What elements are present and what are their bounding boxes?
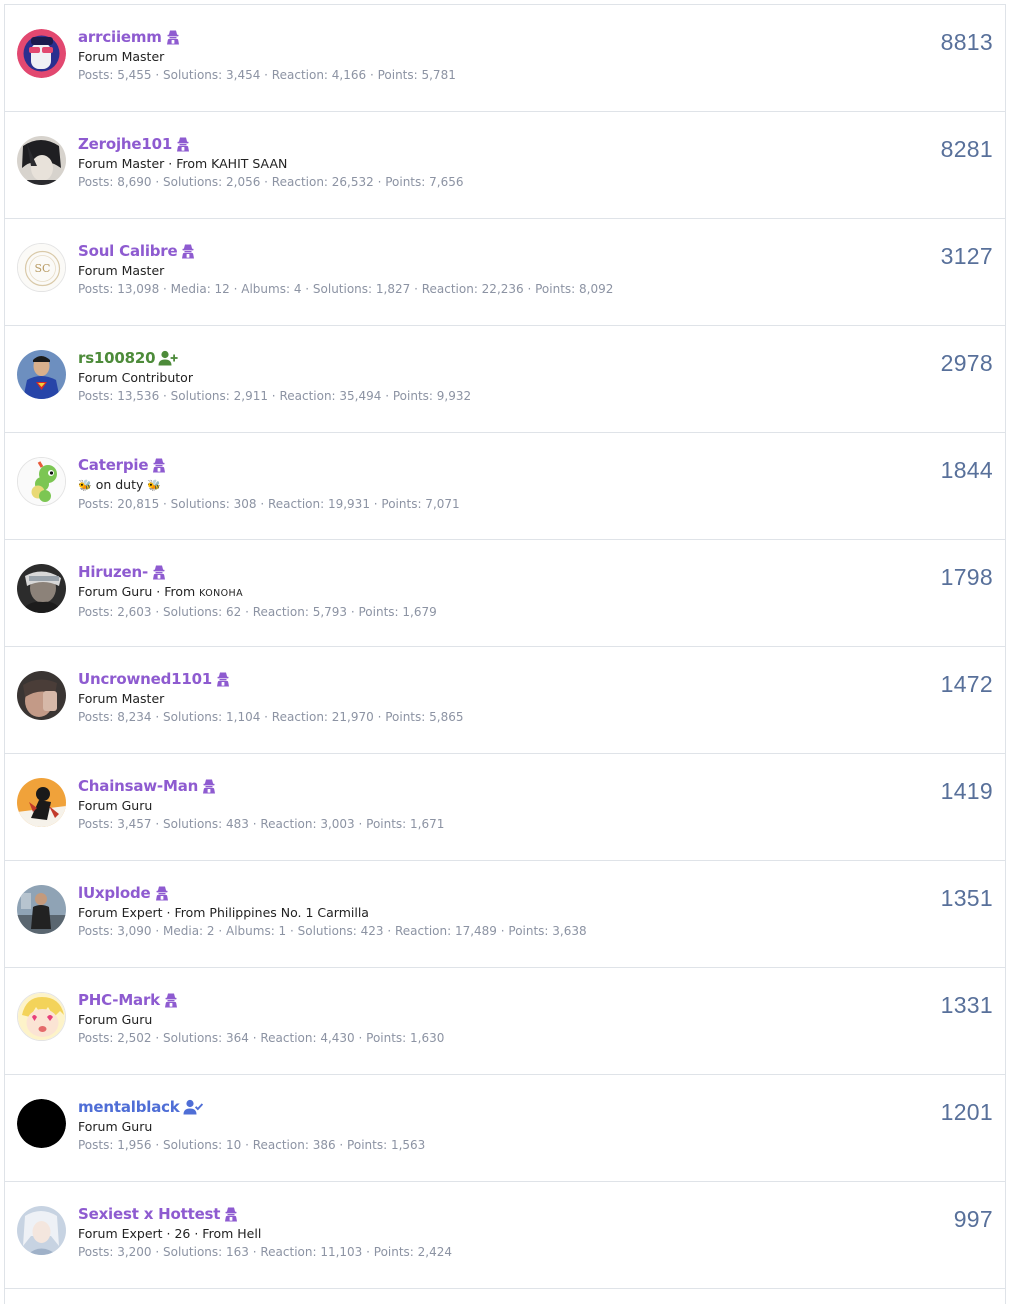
- user-stats: Posts: 3,200 · Solutions: 163 · Reaction…: [78, 1245, 453, 1259]
- hacker-icon: [151, 457, 167, 473]
- hacker-icon: [201, 778, 217, 794]
- username-link[interactable]: lUxplode: [78, 884, 151, 902]
- hacker-icon: [151, 564, 167, 580]
- member-list: arrciiemm Forum Master Posts: 5,455 · So…: [4, 4, 1006, 1304]
- avatar[interactable]: [17, 1099, 66, 1148]
- user-title: Forum Contributor: [78, 370, 193, 385]
- hacker-icon: [215, 671, 231, 687]
- avatar[interactable]: [17, 29, 66, 78]
- username-link[interactable]: Sexiest x Hottest: [78, 1205, 220, 1223]
- user-title: Forum Master: [78, 263, 165, 278]
- hacker-icon: [223, 1206, 239, 1222]
- avatar[interactable]: [17, 885, 66, 934]
- avatar[interactable]: [17, 564, 66, 613]
- user-title: Forum Guru · From KONOHA: [78, 583, 895, 603]
- hacker-icon: [175, 136, 191, 152]
- user-stats: Posts: 13,536 · Solutions: 2,911 · React…: [78, 389, 472, 403]
- reaction-count: 3127: [940, 243, 993, 269]
- hacker-icon: [163, 992, 179, 1008]
- avatar[interactable]: [17, 350, 66, 399]
- list-item: rs100820 Forum Contributor Posts: 13,536…: [5, 326, 1005, 433]
- avatar[interactable]: [17, 778, 66, 827]
- user-plus-icon: [158, 350, 178, 366]
- user-stats: Posts: 5,455 · Solutions: 3,454 · Reacti…: [78, 68, 456, 82]
- username-link[interactable]: arrciiemm: [78, 28, 162, 46]
- username-link[interactable]: Hiruzen-: [78, 563, 148, 581]
- user-title: 🐝 on duty 🐝: [78, 476, 895, 495]
- reaction-count: 1201: [940, 1099, 993, 1125]
- reaction-count: 1844: [940, 457, 993, 483]
- svg-text:SC: SC: [35, 262, 51, 275]
- list-item: Uncrowned1101 Forum Master Posts: 8,234 …: [5, 647, 1005, 754]
- user-title: Forum Expert · 26 · From Hell: [78, 1226, 262, 1241]
- user-title: Forum Expert · From Philippines No. 1 Ca…: [78, 905, 369, 920]
- user-stats: Posts: 2,603 · Solutions: 62 · Reaction:…: [78, 605, 437, 619]
- list-item: Caterpie 🐝 on duty 🐝 Posts: 20,815 · Sol…: [5, 433, 1005, 540]
- reaction-count: 1798: [940, 564, 993, 590]
- user-title-text: Forum Guru · From: [78, 584, 196, 599]
- user-stats: Posts: 8,234 · Solutions: 1,104 · Reacti…: [78, 710, 464, 724]
- user-stats: Posts: 20,815 · Solutions: 308 · Reactio…: [78, 497, 460, 511]
- list-item: arrciiemm Forum Master Posts: 5,455 · So…: [5, 5, 1005, 112]
- avatar[interactable]: SC: [17, 243, 66, 292]
- user-stats: Posts: 3,090 · Media: 2 · Albums: 1 · So…: [78, 924, 587, 938]
- avatar[interactable]: [17, 671, 66, 720]
- list-item: Sexiest x Hottest Forum Expert · 26 · Fr…: [5, 1182, 1005, 1289]
- username-link[interactable]: Chainsaw-Man: [78, 777, 198, 795]
- list-item: Chainsaw-Man Forum Guru Posts: 3,457 · S…: [5, 754, 1005, 861]
- reaction-count: 8281: [940, 136, 993, 162]
- avatar[interactable]: [17, 992, 66, 1041]
- reaction-count: 1351: [940, 885, 993, 911]
- reaction-count: 1472: [940, 671, 993, 697]
- avatar[interactable]: [17, 457, 66, 506]
- user-stats: Posts: 2,502 · Solutions: 364 · Reaction…: [78, 1031, 445, 1045]
- user-title: Forum Master: [78, 691, 165, 706]
- list-item: Hiruzen- Forum Guru · From KONOHA Posts:…: [5, 540, 1005, 647]
- reaction-count: 1331: [940, 992, 993, 1018]
- bee-icon: 🐝: [147, 479, 162, 492]
- hacker-icon: [180, 243, 196, 259]
- list-item: lUxplode Forum Expert · From Philippines…: [5, 861, 1005, 968]
- reaction-count: 2978: [940, 350, 993, 376]
- username-link[interactable]: Soul Calibre: [78, 242, 178, 260]
- avatar[interactable]: [17, 1206, 66, 1255]
- user-check-icon: [183, 1099, 203, 1115]
- reaction-count: 1419: [940, 778, 993, 804]
- hacker-icon: [165, 29, 181, 45]
- username-link[interactable]: rs100820: [78, 349, 156, 367]
- username-link[interactable]: Zerojhe101: [78, 135, 172, 153]
- user-title: Forum Master: [78, 49, 165, 64]
- user-stats: Posts: 1,956 · Solutions: 10 · Reaction:…: [78, 1138, 426, 1152]
- username-link[interactable]: PHC-Mark: [78, 991, 160, 1009]
- reaction-count: 8813: [940, 29, 993, 55]
- username-link[interactable]: Caterpie: [78, 456, 149, 474]
- username-link[interactable]: Uncrowned1101: [78, 670, 212, 688]
- list-item: PHC-Mark Forum Guru Posts: 2,502 · Solut…: [5, 968, 1005, 1075]
- user-title: Forum Guru: [78, 1012, 153, 1027]
- list-item: mentalblack Forum Guru Posts: 1,956 · So…: [5, 1075, 1005, 1182]
- user-title: Forum Guru: [78, 798, 153, 813]
- user-location: KONOHA: [199, 588, 243, 599]
- user-stats: Posts: 8,690 · Solutions: 2,056 · Reacti…: [78, 175, 464, 189]
- list-item: SC Soul Calibre Forum Master Posts: 13,0…: [5, 219, 1005, 326]
- user-title-text: on duty: [95, 477, 144, 492]
- user-title: Forum Guru: [78, 1119, 153, 1134]
- avatar[interactable]: [17, 136, 66, 185]
- user-title: Forum Master · From KAHIT SAAN: [78, 156, 288, 171]
- hacker-icon: [154, 885, 170, 901]
- user-stats: Posts: 13,098 · Media: 12 · Albums: 4 · …: [78, 282, 614, 296]
- username-link[interactable]: mentalblack: [78, 1098, 180, 1116]
- list-item: Zerojhe101 Forum Master · From KAHIT SAA…: [5, 112, 1005, 219]
- bee-icon: 🐝: [78, 479, 92, 492]
- reaction-count: 997: [953, 1206, 993, 1232]
- user-stats: Posts: 3,457 · Solutions: 483 · Reaction…: [78, 817, 445, 831]
